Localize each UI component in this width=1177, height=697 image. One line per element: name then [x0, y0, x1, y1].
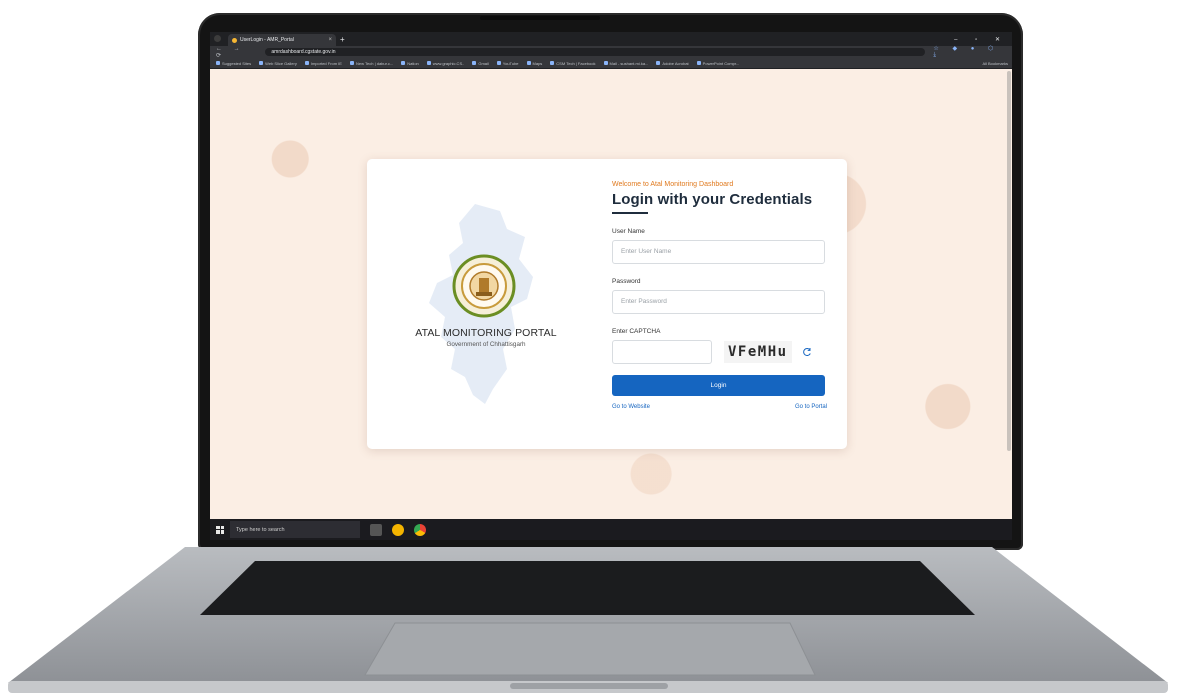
- bookmark-item[interactable]: Adobe Acrobat: [656, 61, 688, 66]
- bookmark-item[interactable]: Web Slice Gallery: [259, 61, 297, 66]
- url-text: amrdashboard.cgstate.gov.in: [271, 49, 336, 55]
- favicon-icon: [232, 37, 237, 43]
- login-heading: Login with your Credentials: [612, 191, 813, 208]
- login-page: ATAL MONITORING PORTAL Government of Chh…: [210, 69, 1012, 519]
- password-label: Password: [612, 277, 641, 285]
- bookmark-item[interactable]: PowerPoint Compr...: [697, 61, 740, 66]
- tab-title: UserLogin - AMR_Portal: [240, 37, 294, 43]
- task-view-icon[interactable]: [370, 523, 382, 536]
- taskbar-search-placeholder: Type here to search: [236, 526, 285, 533]
- window-controls[interactable]: – ▫ ✕: [954, 36, 1012, 43]
- password-input[interactable]: Enter Password: [612, 289, 825, 314]
- bookmark-item[interactable]: Maps: [527, 61, 543, 66]
- username-input[interactable]: Enter User Name: [612, 239, 825, 264]
- bookmark-item[interactable]: Mail - sushant.mi.ka...: [604, 61, 649, 66]
- password-placeholder: Enter Password: [621, 298, 667, 305]
- bookmarks-bar: Suggested Sites Web Slice Gallery Import…: [210, 58, 1012, 69]
- go-to-portal-link[interactable]: Go to Portal: [795, 404, 827, 410]
- bookmark-item[interactable]: CSM Tech | Facebook: [550, 61, 595, 66]
- bookmark-item[interactable]: Gmail: [472, 61, 488, 66]
- portal-subtitle: Government of Chhattisgarh: [446, 341, 526, 348]
- camera-notch: [480, 16, 600, 20]
- bookmark-item[interactable]: www.graphic.CS..: [427, 61, 465, 66]
- laptop-keyboard-deck: [8, 547, 1168, 693]
- tab-close-icon[interactable]: ×: [328, 37, 332, 43]
- welcome-text: Welcome to Atal Monitoring Dashboard: [612, 181, 734, 188]
- login-button[interactable]: Login: [612, 374, 825, 396]
- government-emblem-icon: [452, 254, 516, 318]
- page-scrollbar[interactable]: [1007, 71, 1011, 451]
- app-icon[interactable]: [392, 523, 404, 536]
- browser-tab[interactable]: UserLogin - AMR_Portal ×: [228, 34, 336, 46]
- all-bookmarks-link[interactable]: All Bookmarks: [982, 61, 1012, 66]
- captcha-image: VFeMHu: [724, 340, 792, 363]
- navigation-buttons[interactable]: ← → ⟳: [210, 46, 259, 59]
- laptop-screen: UserLogin - AMR_Portal × + – ▫ ✕ ← → ⟳ a…: [210, 32, 1012, 540]
- new-tab-button[interactable]: +: [340, 35, 345, 44]
- windows-start-icon[interactable]: [216, 525, 224, 534]
- browser-tab-bar: UserLogin - AMR_Portal × + – ▫ ✕: [210, 32, 1012, 46]
- username-placeholder: Enter User Name: [621, 248, 672, 255]
- taskbar-search-input[interactable]: Type here to search: [230, 521, 360, 538]
- windows-taskbar: Type here to search: [210, 519, 1012, 540]
- captcha-input[interactable]: [612, 339, 712, 364]
- username-label: User Name: [612, 227, 645, 235]
- go-to-website-link[interactable]: Go to Website: [612, 404, 650, 410]
- bookmark-item[interactable]: Imported From IE: [305, 61, 342, 66]
- heading-underline: [612, 212, 648, 214]
- footer-links: Go to Website Go to Portal: [612, 404, 827, 410]
- browser-address-bar: ← → ⟳ amrdashboard.cgstate.gov.in ☆ ◆ ● …: [210, 45, 1012, 59]
- extension-icons[interactable]: ☆ ◆ ● ⬡ ⤓: [933, 45, 1012, 59]
- login-form: Welcome to Atal Monitoring Dashboard Log…: [612, 181, 827, 410]
- portal-title: ATAL MONITORING PORTAL: [415, 327, 557, 339]
- captcha-label: Enter CAPTCHA: [612, 327, 661, 335]
- refresh-captcha-icon[interactable]: [802, 347, 812, 357]
- bookmark-item[interactable]: New Tech | dabur.c...: [350, 61, 393, 66]
- bookmark-item[interactable]: Suggested Sites: [216, 61, 251, 66]
- chrome-icon[interactable]: [414, 523, 426, 536]
- login-card: ATAL MONITORING PORTAL Government of Chh…: [367, 159, 847, 449]
- tab-search-icon[interactable]: [214, 35, 221, 42]
- laptop-base: [0, 545, 1177, 697]
- bookmark-item[interactable]: Nation: [401, 61, 419, 66]
- bookmark-item[interactable]: YouTube: [497, 61, 519, 66]
- url-input[interactable]: amrdashboard.cgstate.gov.in: [265, 48, 926, 56]
- captcha-row: VFeMHu: [612, 339, 827, 364]
